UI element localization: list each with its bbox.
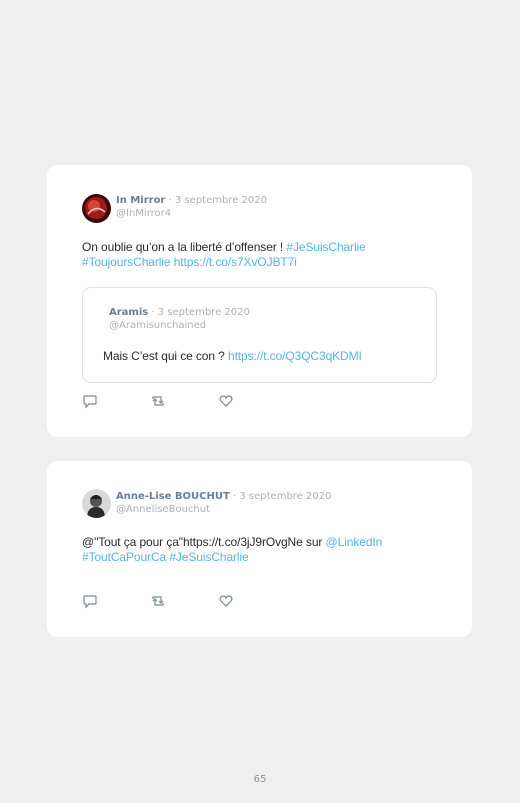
avatar[interactable]: [82, 489, 111, 518]
quoted-text-plain: Mais C’est qui ce con ?: [103, 349, 228, 363]
avatar-red-photo-icon: [82, 194, 111, 223]
url-link[interactable]: https://t.co/s7XvOJBT7i: [174, 255, 297, 269]
url-link[interactable]: https://t.co/Q3QC3qKDMI: [228, 349, 362, 363]
quoted-tweet-date[interactable]: · 3 septembre 2020: [151, 307, 249, 318]
hashtag-link[interactable]: #ToujoursCharlie: [82, 255, 171, 269]
tweet-text-plain: @"Tout ça pour ça"https://t.co/3jJ9rOvgN…: [82, 535, 326, 549]
reply-icon[interactable]: [82, 593, 98, 609]
author-name[interactable]: In Mirror: [116, 195, 165, 206]
page-number: 65: [253, 774, 267, 785]
quoted-author-name[interactable]: Aramis: [109, 307, 148, 318]
tweet-date[interactable]: · 3 septembre 2020: [169, 195, 267, 206]
hashtag-link[interactable]: #ToutCaPourCa: [82, 550, 166, 564]
tweet-header: Anne-Lise BOUCHUT · 3 septembre 2020 @An…: [116, 490, 331, 516]
quoted-author-handle[interactable]: @Aramisunchained: [109, 319, 250, 332]
tweet-card: In Mirror · 3 septembre 2020 @InMirror4 …: [47, 165, 472, 437]
author-handle[interactable]: @AnneliseBouchut: [116, 503, 331, 516]
tweet-text: On oublie qu’on a la liberté d’offenser …: [82, 240, 462, 270]
author-handle[interactable]: @InMirror4: [116, 207, 267, 220]
avatar-grey-photo-icon: [82, 489, 111, 518]
quoted-tweet-text: Mais C’est qui ce con ? https://t.co/Q3Q…: [103, 349, 423, 364]
like-icon[interactable]: [218, 393, 234, 409]
retweet-icon[interactable]: [150, 593, 166, 609]
author-name[interactable]: Anne-Lise BOUCHUT: [116, 491, 230, 502]
reply-icon[interactable]: [82, 393, 98, 409]
tweet-header: In Mirror · 3 septembre 2020 @InMirror4: [116, 194, 267, 220]
quoted-tweet-header: Aramis · 3 septembre 2020 @Aramisunchain…: [109, 306, 250, 332]
hashtag-link[interactable]: #JeSuisCharlie: [169, 550, 248, 564]
tweet-card: Anne-Lise BOUCHUT · 3 septembre 2020 @An…: [47, 461, 472, 637]
tweet-text: @"Tout ça pour ça"https://t.co/3jJ9rOvgN…: [82, 535, 462, 565]
tweet-date[interactable]: · 3 septembre 2020: [233, 491, 331, 502]
avatar[interactable]: [82, 194, 111, 223]
quoted-tweet[interactable]: Aramis · 3 septembre 2020 @Aramisunchain…: [82, 287, 437, 383]
hashtag-link[interactable]: #JeSuisCharlie: [286, 240, 365, 254]
mention-link[interactable]: @LinkedIn: [326, 535, 383, 549]
like-icon[interactable]: [218, 593, 234, 609]
retweet-icon[interactable]: [150, 393, 166, 409]
tweet-text-plain: On oublie qu’on a la liberté d’offenser …: [82, 240, 287, 254]
